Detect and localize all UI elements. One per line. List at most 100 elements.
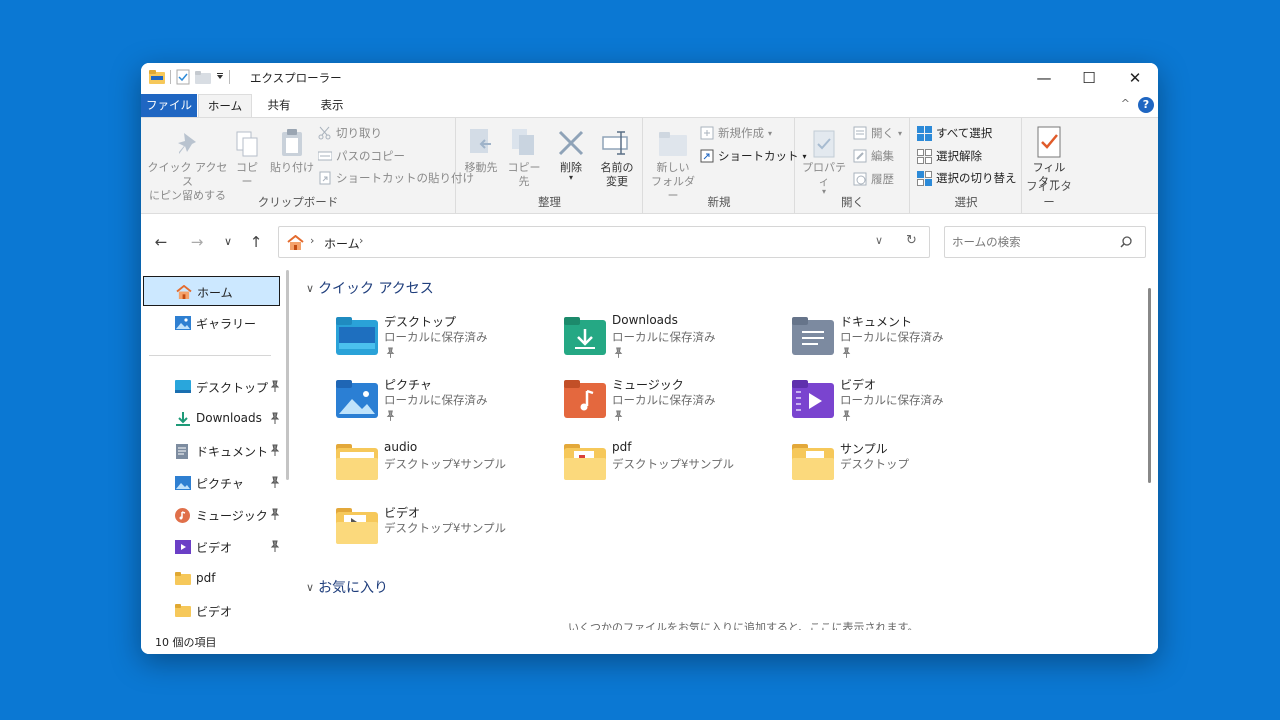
- nav-item-label: Downloads: [196, 411, 262, 425]
- select-none-button[interactable]: 選択解除: [917, 148, 982, 164]
- tile-location: ローカルに保存済み: [840, 330, 944, 344]
- up-button[interactable]: ↑: [246, 233, 266, 251]
- tab-view[interactable]: 表示: [307, 94, 357, 117]
- invert-selection-label: 選択の切り替え: [936, 171, 1017, 185]
- tile-pictures[interactable]: ピクチャ ローカルに保存済み: [336, 376, 546, 428]
- new-item-button[interactable]: 新規作成 ▾: [700, 125, 772, 141]
- quick-access-header[interactable]: ∨ クイック アクセス: [306, 278, 434, 298]
- edit-button[interactable]: 編集: [853, 148, 894, 164]
- invert-selection-button[interactable]: 選択の切り替え: [917, 170, 1017, 186]
- nav-item-downloads[interactable]: Downloads: [143, 404, 280, 434]
- select-all-button[interactable]: すべて選択: [917, 125, 992, 141]
- nav-item-pictures[interactable]: ピクチャ: [143, 468, 280, 498]
- paste-shortcut-label: ショートカットの貼り付け: [336, 171, 474, 185]
- move-to-button[interactable]: 移動先: [461, 128, 501, 175]
- navigation-scrollbar[interactable]: [286, 270, 289, 480]
- tile-pdf[interactable]: pdf デスクトップ¥サンプル: [564, 440, 774, 492]
- downloads-folder-icon: [564, 317, 606, 355]
- collapse-ribbon-button[interactable]: ^: [1121, 97, 1130, 110]
- minimize-button[interactable]: —: [1021, 63, 1067, 93]
- tile-location: デスクトップ¥サンプル: [612, 457, 734, 471]
- tab-file[interactable]: ファイル: [141, 94, 197, 117]
- properties-qat-icon[interactable]: [176, 69, 190, 85]
- search-input[interactable]: [952, 233, 1112, 251]
- tile-videos[interactable]: ビデオ ローカルに保存済み: [792, 376, 1002, 428]
- rename-button[interactable]: 名前の 変更: [595, 128, 639, 189]
- nav-item-music[interactable]: ミュージック: [143, 500, 280, 530]
- tile-documents[interactable]: ドキュメント ローカルに保存済み: [792, 313, 1002, 365]
- search-icon[interactable]: [1120, 236, 1132, 248]
- tile-video-folder[interactable]: ビデオ デスクトップ¥サンプル: [336, 504, 546, 556]
- new-folder-qat-icon[interactable]: [195, 70, 211, 84]
- nav-item-gallery[interactable]: ギャラリー: [143, 308, 280, 338]
- open-label: 開く: [871, 126, 894, 140]
- nav-item-desktop[interactable]: デスクトップ: [143, 372, 280, 402]
- rename-label-line1: 名前の: [600, 161, 634, 174]
- nav-item-videos[interactable]: ビデオ: [143, 532, 280, 562]
- copy-button[interactable]: コピー: [231, 130, 263, 189]
- address-bar-row: ← → ∨ ↑ › ホーム › ∨ ↻: [141, 214, 1158, 270]
- pin-icon[interactable]: [270, 380, 280, 392]
- rename-label-line2: 変更: [606, 175, 628, 188]
- maximize-button[interactable]: ☐: [1066, 63, 1112, 93]
- help-button[interactable]: ?: [1138, 97, 1154, 113]
- explorer-window: エクスプローラー — ☐ ✕ ファイル ホーム 共有 表示 ^ ? クイック ア…: [141, 63, 1158, 654]
- open-button[interactable]: 開く ▾: [853, 125, 902, 141]
- copy-to-button[interactable]: コピー先: [503, 128, 545, 189]
- chevron-down-icon[interactable]: [216, 73, 224, 81]
- copy-path-button[interactable]: パスのコピー: [318, 148, 405, 164]
- chevron-right-icon[interactable]: ›: [359, 234, 363, 247]
- pin-icon[interactable]: [270, 540, 280, 552]
- chevron-down-icon: ∨: [306, 580, 315, 594]
- nav-item-video-folder[interactable]: ビデオ: [143, 596, 280, 626]
- forward-button[interactable]: →: [187, 233, 207, 251]
- address-bar[interactable]: › ホーム › ∨ ↻: [278, 226, 930, 258]
- content-scrollbar[interactable]: [1148, 288, 1151, 483]
- pin-to-quick-access-button[interactable]: クイック アクセス にピン留めする: [145, 130, 230, 203]
- delete-button[interactable]: 削除 ▾: [555, 128, 587, 182]
- tab-home[interactable]: ホーム: [198, 94, 252, 117]
- tile-audio[interactable]: audio デスクトップ¥サンプル: [336, 440, 546, 492]
- back-button[interactable]: ←: [151, 233, 171, 251]
- tile-location: デスクトップ¥サンプル: [384, 521, 506, 535]
- qat-separator: [170, 70, 171, 84]
- tab-share[interactable]: 共有: [254, 94, 304, 117]
- paste-button[interactable]: 貼り付け: [269, 128, 315, 175]
- breadcrumb-home[interactable]: ホーム: [324, 235, 360, 252]
- copy-to-icon: [512, 129, 534, 155]
- pin-icon[interactable]: [270, 476, 280, 488]
- nav-item-documents[interactable]: ドキュメント: [143, 436, 280, 466]
- pin-icon[interactable]: [270, 444, 280, 456]
- refresh-icon[interactable]: ↻: [906, 233, 917, 248]
- new-folder-label-line1: 新しい: [656, 161, 690, 174]
- address-history-dropdown[interactable]: ∨: [875, 234, 883, 247]
- select-all-icon: [917, 125, 932, 141]
- cut-button[interactable]: 切り取り: [318, 125, 382, 141]
- pin-icon[interactable]: [270, 508, 280, 520]
- tile-desktop[interactable]: デスクトップ ローカルに保存済み: [336, 313, 546, 365]
- tile-name: ビデオ: [840, 378, 877, 392]
- folder-icon: [564, 444, 606, 480]
- tile-sample[interactable]: サンプル デスクトップ: [792, 440, 1002, 492]
- new-folder-button[interactable]: 新しい フォルダー: [648, 130, 698, 203]
- gallery-icon: [175, 316, 191, 330]
- clipboard-group: クイック アクセス にピン留めする コピー 貼り付け 切り取り パスのコピー シ…: [141, 118, 474, 213]
- nav-item-label: pdf: [196, 571, 216, 585]
- pin-icon[interactable]: [270, 412, 280, 424]
- paste-shortcut-button[interactable]: ショートカットの貼り付け: [318, 170, 474, 186]
- search-box[interactable]: [944, 226, 1146, 258]
- recent-locations-button[interactable]: ∨: [218, 233, 238, 251]
- desktop-folder-icon: [336, 317, 378, 355]
- history-button[interactable]: 履歴: [853, 171, 894, 187]
- documents-folder-icon: [792, 317, 834, 355]
- tile-location: ローカルに保存済み: [384, 393, 488, 407]
- nav-item-home[interactable]: ホーム: [143, 276, 280, 306]
- close-button[interactable]: ✕: [1112, 63, 1158, 93]
- favorites-header[interactable]: ∨ お気に入り: [306, 577, 388, 597]
- tile-music[interactable]: ミュージック ローカルに保存済み: [564, 376, 774, 428]
- nav-item-pdf[interactable]: pdf: [143, 564, 280, 594]
- easy-access-shortcut-button[interactable]: ショートカット ▾: [700, 148, 807, 164]
- tile-downloads[interactable]: Downloads ローカルに保存済み: [564, 313, 774, 365]
- chevron-down-icon[interactable]: ▾: [569, 174, 573, 182]
- properties-button[interactable]: プロパティ ▾: [799, 130, 849, 196]
